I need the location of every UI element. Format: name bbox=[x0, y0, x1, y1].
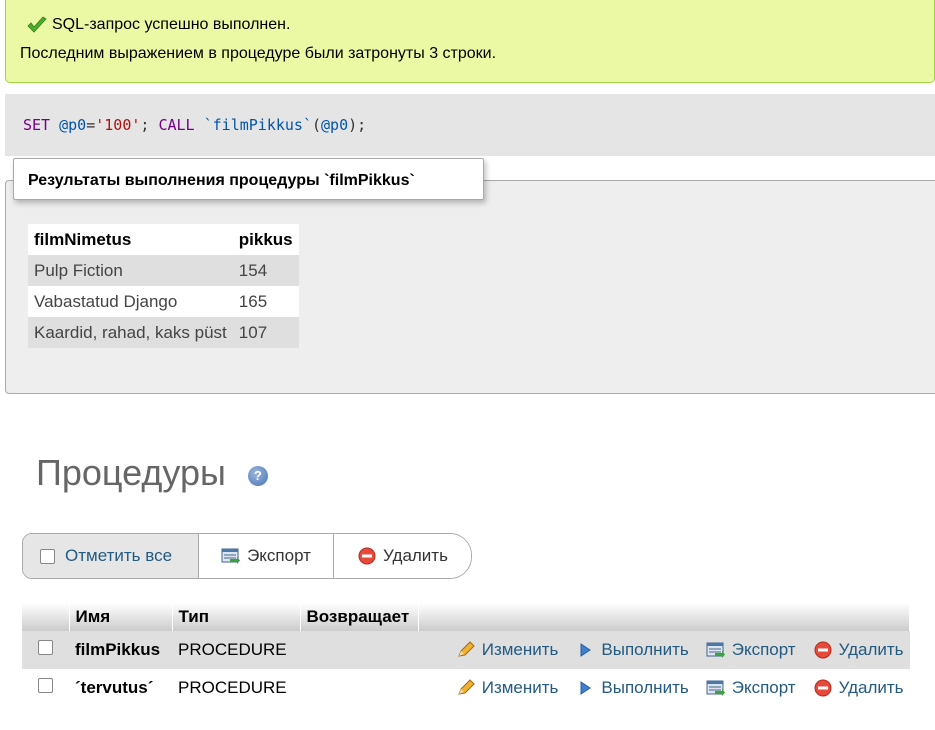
delete-icon bbox=[358, 547, 376, 565]
procedure-name: filmPikkus bbox=[69, 631, 172, 669]
row-actions: Изменить Выполнить Экспорт Удалить bbox=[418, 631, 910, 669]
execute-label: Выполнить bbox=[601, 678, 689, 697]
bulk-export-label: Экспорт bbox=[247, 546, 311, 565]
sql-query-box: SET @p0='100'; CALL `filmPikkus`(@p0); bbox=[5, 94, 935, 156]
bulk-delete-label: Удалить bbox=[383, 546, 448, 565]
delete-label: Удалить bbox=[838, 640, 904, 659]
pencil-icon bbox=[457, 641, 475, 657]
row-actions: Изменить Выполнить Экспорт Удалить bbox=[418, 669, 910, 707]
table-cell: Kaardid, rahad, kaks püst bbox=[28, 317, 233, 348]
procedures-header-row: Имя Тип Возвращает bbox=[22, 603, 910, 631]
table-cell: 154 bbox=[232, 255, 299, 286]
table-row: filmPikkus PROCEDURE Изменить Выполнить bbox=[22, 631, 910, 669]
checkbox-column-header bbox=[22, 603, 70, 631]
play-icon bbox=[580, 643, 592, 657]
execute-link[interactable]: Выполнить bbox=[575, 678, 689, 698]
edit-label: Изменить bbox=[481, 640, 559, 659]
procedure-name: ´tervutus´ bbox=[69, 669, 172, 707]
results-header-row: filmNimetus pikkus bbox=[28, 224, 299, 255]
edit-link[interactable]: Изменить bbox=[456, 640, 559, 660]
column-header-returns: Возвращает bbox=[300, 603, 419, 631]
delete-link[interactable]: Удалить bbox=[813, 640, 904, 660]
actions-column-header bbox=[418, 603, 910, 631]
check-all-label: Отметить все bbox=[65, 546, 173, 565]
delete-icon bbox=[814, 679, 832, 697]
edit-link[interactable]: Изменить bbox=[456, 678, 559, 698]
sql-query: SET @p0='100'; CALL `filmPikkus`(@p0); bbox=[23, 116, 366, 134]
play-icon bbox=[580, 681, 592, 695]
execute-label: Выполнить bbox=[601, 640, 689, 659]
column-header-type: Тип bbox=[172, 603, 301, 631]
sql-variable: @p0 bbox=[59, 116, 87, 134]
sql-semicolon: ; bbox=[140, 116, 150, 134]
procedure-type: PROCEDURE bbox=[172, 669, 300, 707]
export-link[interactable]: Экспорт bbox=[706, 640, 796, 660]
export-icon bbox=[221, 548, 241, 564]
column-header-name: Имя bbox=[69, 603, 173, 631]
column-header[interactable]: filmNimetus bbox=[28, 224, 233, 255]
procedures-table: Имя Тип Возвращает filmPikkus PROCEDURE … bbox=[22, 603, 910, 707]
bulk-delete-button[interactable]: Удалить bbox=[334, 534, 471, 578]
table-cell: 107 bbox=[232, 317, 299, 348]
procedures-heading: Процедуры ? bbox=[36, 452, 268, 494]
sql-operator: = bbox=[86, 116, 96, 134]
procedure-returns bbox=[300, 631, 418, 669]
delete-label: Удалить bbox=[838, 678, 904, 697]
results-table: filmNimetus pikkus Pulp Fiction 154 Vaba… bbox=[28, 224, 299, 348]
sql-keyword-call: CALL bbox=[158, 116, 195, 134]
table-cell: Vabastatud Django bbox=[28, 286, 233, 317]
row-checkbox[interactable] bbox=[38, 678, 53, 693]
column-header[interactable]: pikkus bbox=[232, 224, 299, 255]
export-icon bbox=[706, 642, 725, 658]
success-title-row: SQL-запрос успешно выполнен. bbox=[26, 16, 290, 34]
sql-procedure-name: `filmPikkus` bbox=[203, 116, 312, 134]
export-label: Экспорт bbox=[731, 678, 796, 697]
success-message: SQL-запрос успешно выполнен. Последним в… bbox=[5, 0, 935, 83]
export-icon bbox=[706, 680, 725, 696]
row-checkbox[interactable] bbox=[38, 640, 53, 655]
help-icon[interactable]: ? bbox=[247, 466, 268, 486]
check-all-checkbox[interactable] bbox=[40, 548, 55, 564]
table-cell: 165 bbox=[232, 286, 299, 317]
table-row: Vabastatud Django 165 bbox=[28, 286, 299, 317]
page-title: Процедуры bbox=[36, 452, 226, 493]
row-checkbox-cell bbox=[22, 669, 69, 707]
check-all-button[interactable]: Отметить все bbox=[23, 534, 199, 578]
sql-paren-open: ( bbox=[312, 116, 322, 134]
table-row: Kaardid, rahad, kaks püst 107 bbox=[28, 317, 299, 348]
pencil-icon bbox=[457, 679, 475, 695]
row-checkbox-cell bbox=[22, 631, 69, 669]
checkmark-icon bbox=[27, 16, 47, 33]
success-detail: Последним выражением в процедуре были за… bbox=[20, 45, 497, 62]
bulk-export-button[interactable]: Экспорт bbox=[199, 534, 334, 578]
edit-label: Изменить bbox=[481, 678, 559, 697]
delete-icon bbox=[814, 641, 832, 659]
table-row: ´tervutus´ PROCEDURE Изменить Выполнить bbox=[22, 669, 910, 707]
results-legend: Результаты выполнения процедуры `filmPik… bbox=[13, 158, 484, 200]
delete-link[interactable]: Удалить bbox=[813, 678, 904, 698]
procedure-type: PROCEDURE bbox=[172, 631, 300, 669]
export-label: Экспорт bbox=[731, 640, 796, 659]
procedure-returns bbox=[300, 669, 418, 707]
sql-variable-arg: @p0 bbox=[321, 116, 349, 134]
sql-paren-close: ); bbox=[348, 116, 367, 134]
execute-link[interactable]: Выполнить bbox=[575, 640, 689, 660]
table-cell: Pulp Fiction bbox=[28, 255, 233, 286]
success-title: SQL-запрос успешно выполнен. bbox=[52, 16, 291, 33]
sql-string: '100' bbox=[95, 116, 141, 134]
export-link[interactable]: Экспорт bbox=[706, 678, 796, 698]
table-row: Pulp Fiction 154 bbox=[28, 255, 299, 286]
bulk-action-toolbar: Отметить все Экспорт Удалить bbox=[22, 533, 472, 579]
sql-keyword-set: SET bbox=[23, 116, 51, 134]
